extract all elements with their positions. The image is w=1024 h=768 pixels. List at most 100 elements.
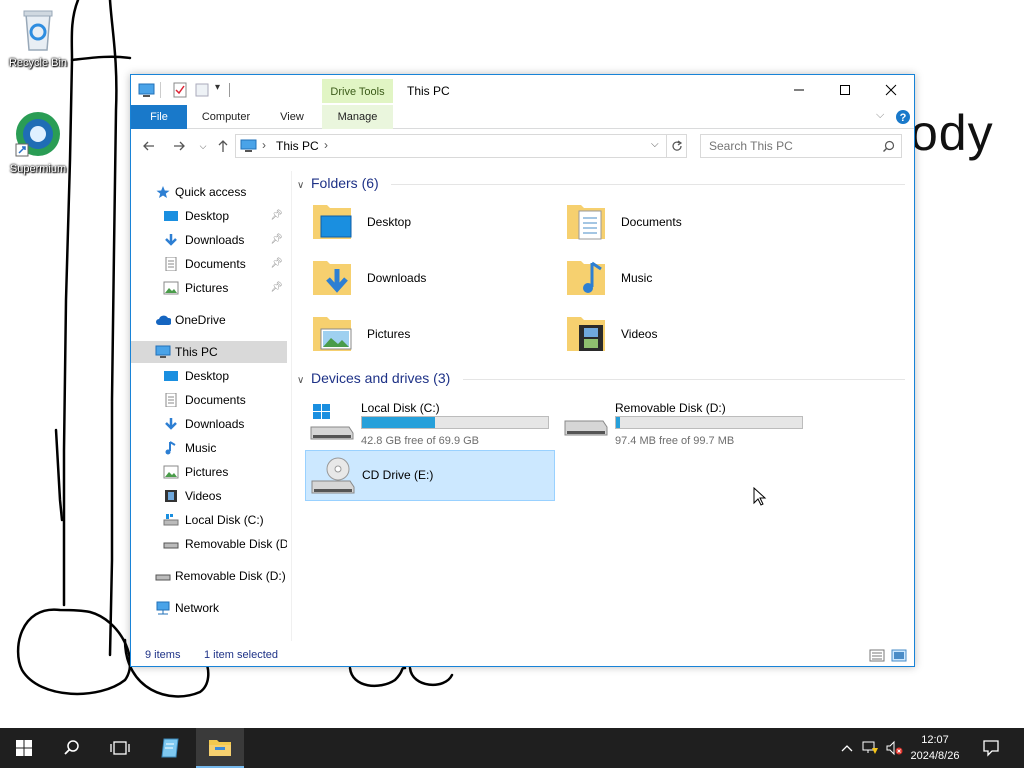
address-dropdown-icon[interactable]: ⌵ bbox=[651, 139, 659, 150]
taskbar-app-notepad[interactable] bbox=[146, 728, 194, 768]
collapse-chevron-icon: ∨ bbox=[297, 180, 305, 191]
this-pc-icon bbox=[155, 345, 171, 358]
taskbar-clock[interactable]: 12:07 2024/8/26 bbox=[905, 732, 965, 764]
nav-pc-desktop[interactable]: Desktop bbox=[163, 365, 287, 387]
up-arrow-icon bbox=[218, 140, 228, 152]
task-view-button[interactable] bbox=[96, 728, 144, 768]
drive-tile-local-disk-c[interactable]: Local Disk (C:) 42.8 GB free of 69.9 GB bbox=[305, 397, 555, 449]
nav-quick-access[interactable]: Quick access bbox=[155, 181, 285, 203]
folder-tile-videos[interactable]: Videos bbox=[565, 311, 815, 361]
drive-tile-cd-drive-e[interactable]: CD Drive (E:) bbox=[305, 450, 555, 501]
nav-removable-disk[interactable]: Removable Disk (D:) bbox=[155, 565, 287, 587]
folder-tile-desktop[interactable]: Desktop bbox=[311, 199, 561, 249]
nav-pc-pictures[interactable]: Pictures bbox=[163, 461, 287, 483]
up-button[interactable] bbox=[213, 137, 233, 155]
group-divider bbox=[391, 184, 905, 185]
drive-tile-removable-disk-d[interactable]: Removable Disk (D:) 97.4 MB free of 99.7… bbox=[559, 397, 809, 449]
close-icon bbox=[885, 84, 897, 96]
breadcrumb-this-pc[interactable]: This PC bbox=[276, 139, 319, 153]
pin-icon[interactable]: 📌︎ bbox=[270, 253, 283, 275]
network-tray-button[interactable] bbox=[858, 728, 882, 768]
volume-muted-icon bbox=[886, 740, 903, 756]
tab-view[interactable]: View bbox=[269, 105, 315, 129]
nav-quick-downloads[interactable]: Downloads 📌︎ bbox=[163, 229, 287, 251]
back-button[interactable] bbox=[139, 137, 159, 155]
mouse-cursor-icon bbox=[753, 487, 767, 506]
nav-pc-music[interactable]: Music bbox=[163, 437, 287, 459]
maximize-button[interactable] bbox=[822, 75, 868, 105]
svg-text:?: ? bbox=[900, 112, 907, 124]
forward-button[interactable] bbox=[169, 137, 189, 155]
content-pane: ∨ Folders (6) Desktop Documents Downloads bbox=[293, 171, 913, 641]
nav-quick-pictures[interactable]: Pictures 📌︎ bbox=[163, 277, 287, 299]
nav-pc-removable-disk[interactable]: Removable Disk (D: bbox=[163, 533, 287, 555]
pin-icon[interactable]: 📌︎ bbox=[270, 205, 283, 227]
address-box[interactable]: › This PC › ⌵ bbox=[235, 134, 687, 158]
nav-network[interactable]: Network bbox=[155, 597, 287, 619]
folders-group-header[interactable]: ∨ Folders (6) bbox=[297, 175, 379, 195]
refresh-icon[interactable] bbox=[670, 139, 684, 153]
navigation-pane: Quick access Desktop 📌︎ Downloads 📌︎ Doc… bbox=[131, 171, 291, 641]
documents-icon bbox=[165, 393, 177, 407]
nav-pc-documents[interactable]: Documents bbox=[163, 389, 287, 411]
nav-pc-videos[interactable]: Videos bbox=[163, 485, 287, 507]
address-bar-row: ⌵ › This PC › ⌵ bbox=[131, 131, 914, 161]
network-icon bbox=[156, 601, 170, 615]
folder-tile-downloads[interactable]: Downloads bbox=[311, 255, 561, 305]
windows-drive-icon bbox=[310, 404, 354, 440]
tab-manage[interactable]: Manage bbox=[322, 105, 393, 129]
pin-icon[interactable]: 📌︎ bbox=[270, 229, 283, 251]
nav-quick-desktop[interactable]: Desktop 📌︎ bbox=[163, 205, 287, 227]
videos-filmstrip-icon bbox=[165, 490, 177, 502]
drive-usage-bar bbox=[615, 416, 803, 429]
breadcrumb-chevron-icon[interactable]: › bbox=[324, 138, 328, 152]
minimize-button[interactable] bbox=[776, 75, 822, 105]
pictures-folder-icon bbox=[313, 317, 352, 351]
taskbar-search-button[interactable] bbox=[48, 728, 96, 768]
tab-computer[interactable]: Computer bbox=[193, 105, 259, 129]
customize-toolbar-icon[interactable]: ▾ bbox=[215, 82, 220, 100]
item-count: 9 items bbox=[145, 649, 181, 661]
recent-locations-button[interactable]: ⌵ bbox=[193, 137, 213, 155]
nav-pc-local-disk[interactable]: Local Disk (C:) bbox=[163, 509, 287, 531]
music-folder-icon bbox=[567, 261, 605, 295]
search-box[interactable] bbox=[700, 134, 902, 158]
desktop-folder-icon bbox=[164, 371, 178, 381]
action-center-button[interactable] bbox=[968, 728, 1014, 768]
notification-icon bbox=[983, 740, 999, 757]
nav-pc-downloads[interactable]: Downloads bbox=[163, 413, 287, 435]
volume-tray-button[interactable] bbox=[882, 728, 906, 768]
pictures-icon bbox=[163, 281, 179, 295]
help-icon[interactable]: ? bbox=[895, 109, 911, 125]
start-button[interactable] bbox=[0, 728, 48, 768]
folder-tile-pictures[interactable]: Pictures bbox=[311, 311, 561, 361]
pin-icon[interactable]: 📌︎ bbox=[270, 277, 283, 299]
chevron-down-icon: ⌵ bbox=[199, 140, 207, 151]
devices-group-header[interactable]: ∨ Devices and drives (3) bbox=[297, 370, 450, 390]
search-icon bbox=[883, 140, 895, 152]
folder-tile-music[interactable]: Music bbox=[565, 255, 815, 305]
tiles-view-icon[interactable] bbox=[891, 649, 907, 662]
tab-file[interactable]: File bbox=[131, 105, 187, 129]
show-hidden-icons-button[interactable] bbox=[836, 728, 858, 768]
downloads-arrow-icon bbox=[165, 418, 177, 430]
expand-ribbon-icon[interactable]: ⌵ bbox=[876, 109, 884, 122]
nav-onedrive[interactable]: OneDrive bbox=[155, 309, 285, 331]
close-button[interactable] bbox=[868, 75, 914, 105]
videos-folder-icon bbox=[567, 317, 605, 351]
supermium-desktop-icon[interactable]: Supermium bbox=[0, 110, 76, 175]
recycle-bin-desktop-icon[interactable]: Recycle Bin bbox=[0, 8, 76, 69]
drive-usage-fill bbox=[362, 417, 435, 428]
properties-icon[interactable] bbox=[171, 81, 189, 99]
folder-tile-documents[interactable]: Documents bbox=[565, 199, 815, 249]
forward-arrow-icon bbox=[174, 141, 185, 151]
nav-this-pc[interactable]: This PC bbox=[131, 341, 287, 363]
search-input[interactable] bbox=[709, 139, 869, 153]
music-note-icon bbox=[165, 441, 176, 455]
nav-quick-documents[interactable]: Documents 📌︎ bbox=[163, 253, 287, 275]
new-folder-icon[interactable] bbox=[193, 81, 211, 99]
details-view-icon[interactable] bbox=[869, 649, 885, 662]
taskbar-app-file-explorer[interactable] bbox=[196, 728, 244, 768]
recycle-bin-label: Recycle Bin bbox=[8, 57, 68, 69]
documents-icon bbox=[165, 257, 177, 271]
